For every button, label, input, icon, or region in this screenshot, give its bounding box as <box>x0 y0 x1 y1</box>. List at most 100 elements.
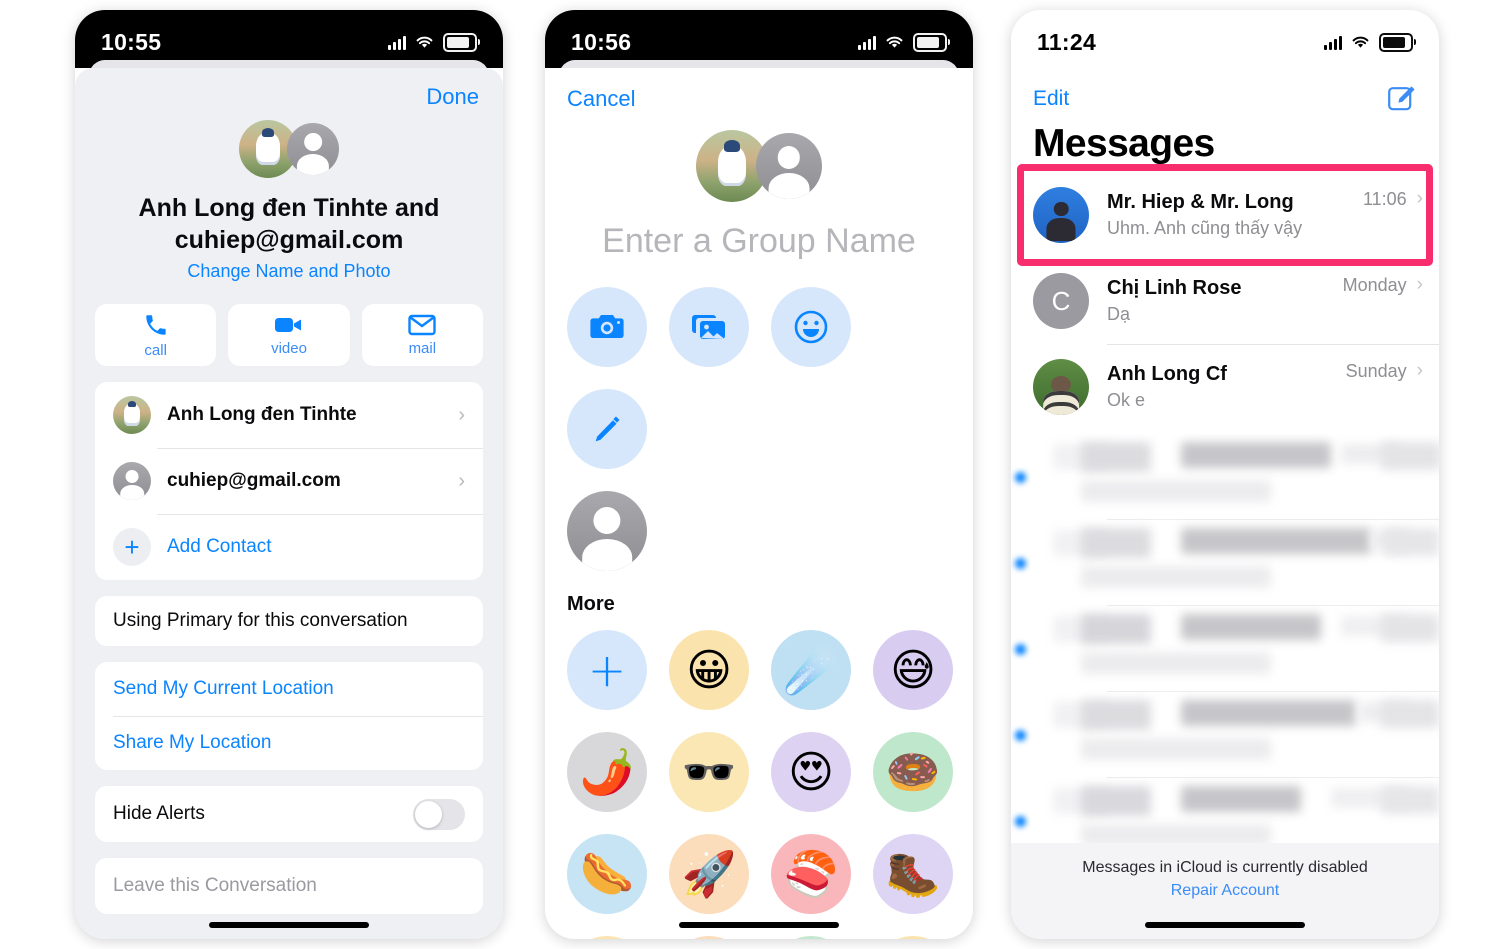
call-button[interactable]: call <box>95 304 217 366</box>
screenshot-stage: 10:55 Done Anh Long đen Tinhte and cuhie… <box>0 0 1505 949</box>
hide-alerts-toggle[interactable] <box>413 798 465 830</box>
group-name-input[interactable]: Enter a Group Name <box>545 222 973 261</box>
redacted-block <box>1081 566 1271 588</box>
hide-alerts-row[interactable]: Hide Alerts <box>95 786 483 842</box>
photo-library-button[interactable] <box>669 287 749 367</box>
default-person-avatar <box>756 133 822 199</box>
hide-alerts-label: Hide Alerts <box>113 803 205 824</box>
redacted-conversation-row[interactable] <box>1011 434 1439 520</box>
status-time: 10:56 <box>571 28 632 55</box>
initial-avatar-c: C <box>1033 273 1089 329</box>
redacted-conversations-region <box>1011 434 1439 850</box>
unread-dot-icon <box>1015 644 1026 655</box>
details-sheet: Done Anh Long đen Tinhte and cuhiep@gmai… <box>75 68 503 939</box>
avatar-stack <box>545 126 973 206</box>
conversation-row[interactable]: C Chị Linh Rose Dạ Monday › <box>1011 258 1439 344</box>
video-button[interactable]: video <box>228 304 350 366</box>
doughnut-emoji[interactable]: 🍩 <box>873 732 953 812</box>
grinning-face-emoji[interactable]: 😀 <box>669 630 749 710</box>
redacted-block <box>1181 442 1331 468</box>
conversation-preview: Dạ <box>1107 304 1131 324</box>
done-button[interactable]: Done <box>426 84 479 110</box>
redacted-conversation-row[interactable] <box>1011 606 1439 692</box>
unread-dot-icon <box>1015 472 1026 483</box>
redacted-block <box>1181 700 1356 726</box>
add-contact-label: Add Contact <box>167 536 272 557</box>
contact-name: cuhiep@gmail.com <box>167 470 341 491</box>
redacted-block <box>1381 700 1439 728</box>
conversation-name: Mr. Hiep & Mr. Long <box>1107 191 1294 213</box>
hiking-boot-emoji[interactable]: 🥾 <box>873 834 953 914</box>
chevron-right-icon: › <box>1416 188 1423 209</box>
edit-button[interactable]: Edit <box>1033 87 1069 111</box>
hot-pepper-emoji[interactable]: 🌶️ <box>567 732 647 812</box>
mail-button[interactable]: mail <box>361 304 483 366</box>
camera-icon <box>590 315 624 339</box>
new-group-sheet: Cancel Enter a Group Name More + 😀 ☄️ 😅 … <box>545 68 973 939</box>
add-contact-row[interactable]: + Add Contact <box>95 514 483 580</box>
battery-icon <box>443 32 480 52</box>
photo-option-row <box>545 287 973 469</box>
change-name-photo-link[interactable]: Change Name and Photo <box>187 261 390 282</box>
contacts-group: Anh Long đen Tinhte › cuhiep@gmail.com ›… <box>95 382 483 580</box>
group-photo-avatar <box>1033 187 1089 243</box>
contact-row[interactable]: cuhiep@gmail.com › <box>95 448 483 514</box>
leave-conversation-row[interactable]: Leave this Conversation <box>95 858 483 914</box>
video-label: video <box>271 339 307 357</box>
contact-row[interactable]: Anh Long đen Tinhte › <box>95 382 483 448</box>
default-person-avatar <box>113 462 151 500</box>
hot-dog-emoji[interactable]: 🌭 <box>567 834 647 914</box>
redacted-block <box>1081 700 1151 730</box>
smiley-face-icon <box>794 310 828 344</box>
rocket-emoji[interactable]: 🚀 <box>669 834 749 914</box>
sushi-emoji[interactable]: 🍣 <box>771 834 851 914</box>
redacted-block <box>1381 614 1439 642</box>
redacted-block <box>1081 480 1271 502</box>
redacted-block <box>1181 528 1371 554</box>
contact-photo-avatar <box>1033 359 1089 415</box>
status-icons <box>1324 32 1416 52</box>
plus-icon: + <box>113 528 151 566</box>
emoji-button[interactable] <box>771 287 851 367</box>
pencil-icon <box>595 416 620 442</box>
send-current-location-row[interactable]: Send My Current Location <box>95 662 483 716</box>
conversation-preview: Ok e <box>1107 390 1146 410</box>
redacted-block <box>1081 738 1271 760</box>
redacted-block <box>1383 528 1439 556</box>
beer-mug-emoji[interactable]: 🍺 <box>873 936 953 939</box>
camera-button[interactable] <box>567 287 647 367</box>
heart-eyes-emoji[interactable]: 😍 <box>771 732 851 812</box>
conversation-name: Anh Long Cf <box>1107 363 1227 385</box>
sweat-smile-emoji[interactable]: 😅 <box>873 630 953 710</box>
contact-name: Anh Long đen Tinhte <box>167 404 357 425</box>
video-camera-icon <box>274 317 301 332</box>
share-my-location-row[interactable]: Share My Location <box>95 716 483 770</box>
conversation-time: Monday <box>1342 274 1407 295</box>
more-section-label: More <box>567 593 615 615</box>
star-struck-emoji[interactable]: 🤩 <box>771 936 851 939</box>
cellular-signal-icon <box>388 35 406 50</box>
conversation-row[interactable]: Anh Long Cf Ok e Sunday › <box>1011 344 1439 430</box>
redacted-conversation-row[interactable] <box>1011 778 1439 850</box>
sunglasses-emoji[interactable]: 🕶️ <box>669 732 749 812</box>
conversation-row-highlighted[interactable]: Mr. Hiep & Mr. Long Uhm. Anh cũng thấy v… <box>1011 172 1439 258</box>
add-emoji-button[interactable]: + <box>567 630 647 710</box>
mail-label: mail <box>408 339 437 357</box>
dolphin-emoji[interactable]: 🐬 <box>669 936 749 939</box>
phone-panel-conversation-details: 10:55 Done Anh Long đen Tinhte and cuhie… <box>75 10 503 939</box>
comet-emoji[interactable]: ☄️ <box>771 630 851 710</box>
redacted-conversation-row[interactable] <box>1011 520 1439 606</box>
redacted-conversation-row[interactable] <box>1011 692 1439 778</box>
messages-screen: Edit Messages Mr. Hiep & Mr. Long Uhm. A… <box>1011 68 1439 939</box>
call-label: call <box>144 341 167 359</box>
draw-button[interactable] <box>567 389 647 469</box>
repair-account-link[interactable]: Repair Account <box>1011 882 1439 900</box>
compose-message-icon[interactable] <box>1387 84 1417 114</box>
default-person-avatar <box>287 123 339 175</box>
redacted-block <box>1081 786 1151 816</box>
using-primary-row[interactable]: Using Primary for this conversation <box>95 596 483 646</box>
default-person-avatar[interactable] <box>567 491 647 571</box>
cancel-button[interactable]: Cancel <box>545 68 973 112</box>
trophy-emoji[interactable]: 🏆 <box>567 936 647 939</box>
highlighted-conversation-wrapper: Mr. Hiep & Mr. Long Uhm. Anh cũng thấy v… <box>1011 164 1439 266</box>
